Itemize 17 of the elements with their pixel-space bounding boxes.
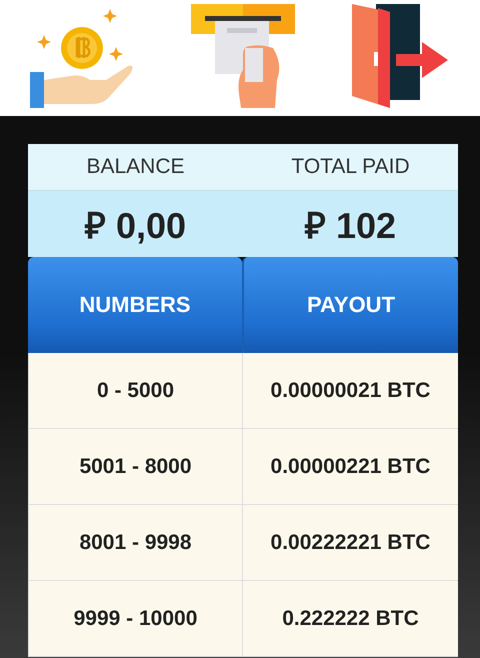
column-header: PAYOUT (242, 257, 458, 353)
table-cell: 0.00000221 BTC (242, 429, 458, 505)
table-cell: 5001 - 8000 (28, 429, 242, 505)
column-header: NUMBERS (28, 257, 242, 353)
stat-value: ₽ 0,00 (28, 191, 243, 257)
table-cell: 0 - 5000 (28, 353, 242, 429)
stat-label: BALANCE (28, 144, 243, 191)
coin-hand-icon[interactable] (30, 8, 134, 108)
table-cell: 0.00000021 BTC (242, 353, 458, 429)
table-cell: 8001 - 9998 (28, 505, 242, 581)
table-cell: 9999 - 10000 (28, 581, 242, 657)
stat-label: TOTAL PAID (243, 144, 458, 191)
stat-value: ₽ 102 (243, 191, 458, 257)
table-cell: 0.00222221 BTC (242, 505, 458, 581)
exit-door-icon[interactable] (352, 4, 450, 108)
card-slot-hand-icon[interactable] (191, 4, 295, 108)
table-cell: 0.222222 BTC (242, 581, 458, 657)
